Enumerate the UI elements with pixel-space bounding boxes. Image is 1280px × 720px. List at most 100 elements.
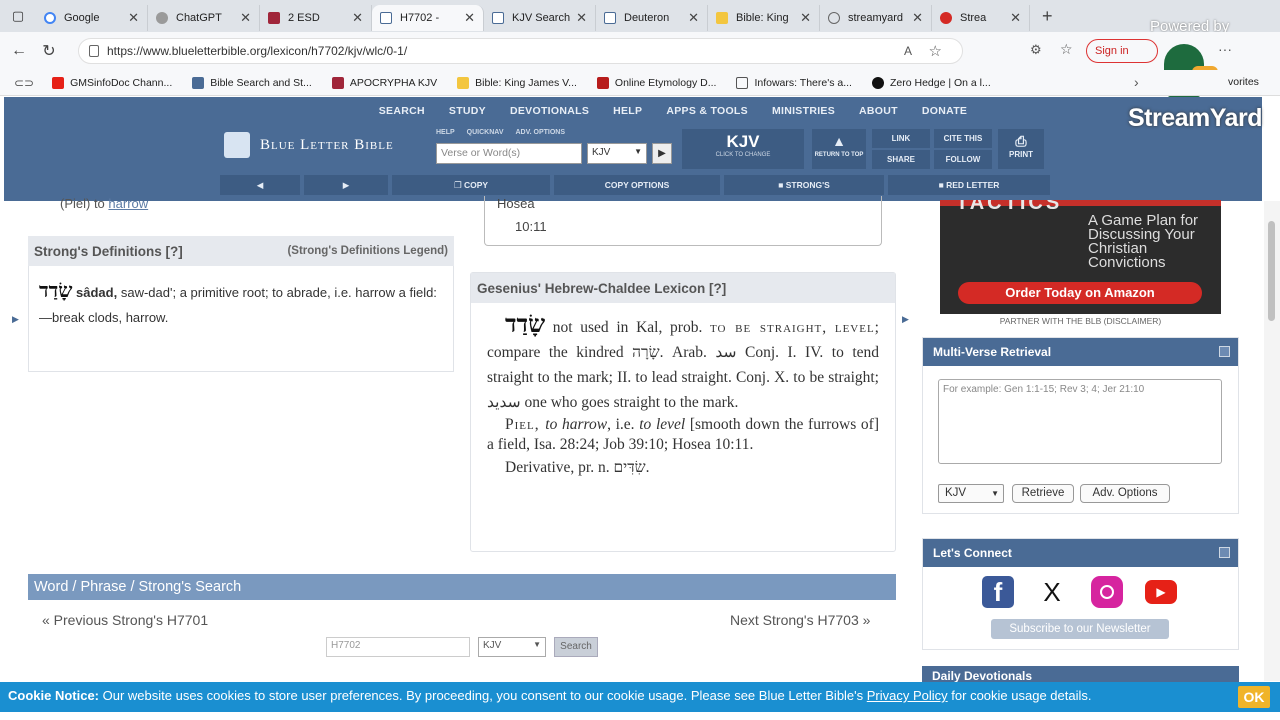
mini-help-link[interactable]: HELP [436,129,455,136]
close-icon[interactable]: ✕ [240,10,251,26]
harrow-link[interactable]: harrow [108,196,148,211]
retrieve-button[interactable]: Retrieve [1012,484,1074,503]
blb-search-input[interactable]: Verse or Word(s) [436,143,582,164]
mini-quicknav-link[interactable]: QUICKNAV [467,129,504,136]
read-aloud-icon[interactable]: A [904,44,912,58]
blb-logo[interactable]: Blue Letter Bible [224,132,394,158]
share-button[interactable]: SHARE [872,150,930,169]
print-button[interactable]: ⎙ PRINT [998,129,1044,169]
link-button[interactable]: LINK [872,129,930,148]
extensions-icon[interactable]: ⚙ [1030,42,1042,58]
order-amazon-button[interactable]: Order Today on Amazon [958,282,1202,304]
expand-icon[interactable] [1219,547,1230,558]
prev-chapter-button[interactable]: ◀ [220,175,300,195]
url-text: https://www.blueletterbible.org/lexicon/… [107,44,408,58]
kjv-version-switch[interactable]: KJV CLICK TO CHANGE [682,129,804,169]
sign-in-button[interactable]: Sign in [1086,39,1158,63]
copy-button[interactable]: ❐ COPY [392,175,550,195]
copy-options-button[interactable]: COPY OPTIONS [554,175,720,195]
tab-stream[interactable]: Strea ✕ [932,5,1030,31]
arrow-up-icon: ▲ [832,133,846,149]
instagram-icon[interactable] [1091,576,1123,608]
tab-chatgpt[interactable]: ChatGPT ✕ [148,5,260,31]
close-icon[interactable]: ✕ [1010,10,1021,26]
cookie-ok-button[interactable]: OK [1238,686,1270,708]
x-icon[interactable]: X [1036,576,1068,608]
facebook-icon[interactable]: f [982,576,1014,608]
red-letter-toggle[interactable]: ■ RED LETTER [888,175,1050,195]
verse-ref[interactable]: 10:11 [515,219,869,234]
close-icon[interactable]: ✕ [464,10,475,26]
mini-adv-options-link[interactable]: ADV. OPTIONS [516,129,566,136]
next-chapter-button[interactable]: ▶ [304,175,388,195]
tab-bible-king[interactable]: Bible: King ✕ [708,5,820,31]
privacy-policy-link[interactable]: Privacy Policy [867,688,948,703]
bookmark-infowars[interactable]: Infowars: There's a... [736,76,852,89]
tab-google[interactable]: Google ✕ [36,5,148,31]
favorites-icon[interactable]: ☆ [1060,41,1073,58]
close-icon[interactable]: ✕ [912,10,923,26]
nav-search[interactable]: SEARCH [379,105,425,117]
bookmark-bible-search[interactable]: Bible Search and St... [192,76,312,89]
scrollbar-thumb[interactable] [1268,221,1275,321]
star-icon[interactable]: ☆ [929,42,942,60]
close-icon[interactable]: ✕ [128,10,139,26]
follow-button[interactable]: FOLLOW [934,150,992,169]
adv-options-button[interactable]: Adv. Options [1080,484,1170,503]
favorites-folder[interactable]: vorites [1228,76,1259,88]
youtube-icon[interactable]: ▶ [1145,580,1177,604]
strongs-search-input[interactable]: H7702 [326,637,470,657]
left-collapse-icon[interactable]: ▶ [12,314,19,325]
window-menu-icon[interactable]: ▢ [0,8,36,24]
bookmark-zerohedge[interactable]: Zero Hedge | On a l... [871,76,991,89]
url-field[interactable]: https://www.blueletterbible.org/lexicon/… [78,38,963,64]
checkbox-icon: ■ [778,180,786,190]
gamepad-icon[interactable]: ⊂⊃ [14,76,34,90]
tab-2esd[interactable]: 2 ESD ✕ [260,5,372,31]
go-button[interactable]: ▶ [652,143,672,164]
close-icon[interactable]: ✕ [352,10,363,26]
nav-ministries[interactable]: MINISTRIES [772,105,835,117]
tactics-ad[interactable]: TACTICS A Game Plan for Discussing Your … [940,200,1221,314]
wps-search-button[interactable]: Search [554,637,598,657]
nav-study[interactable]: STUDY [449,105,486,117]
tab-kjv-search[interactable]: KJV Search ✕ [484,5,596,31]
newsletter-button[interactable]: Subscribe to our Newsletter [991,619,1169,639]
bookmark-gmsinfodoc[interactable]: GMSinfoDoc Chann... [52,76,172,89]
nav-apps-tools[interactable]: APPS & TOOLS [666,105,748,117]
strongs-toggle[interactable]: ■ STRONG'S [724,175,884,195]
ad-tagline: A Game Plan for Discussing Your Christia… [1088,212,1199,271]
multi-verse-textarea[interactable]: For example: Gen 1:1-15; Rev 3; 4; Jer 2… [938,379,1222,464]
reload-icon[interactable]: ↻ [34,41,64,61]
bookmark-bible-king-james[interactable]: Bible: King James V... [457,76,577,89]
next-strongs-link[interactable]: Next Strong's H7703 » [730,612,870,628]
strongs-legend-link[interactable]: (Strong's Definitions Legend) [287,245,448,257]
close-icon[interactable]: ✕ [688,10,699,26]
more-icon[interactable]: ··· [1218,41,1232,57]
right-collapse-icon[interactable]: ▶ [902,314,909,325]
arrow-left-icon: ◀ [256,180,264,190]
tab-streamyard-search[interactable]: streamyard ✕ [820,5,932,31]
close-icon[interactable]: ✕ [800,10,811,26]
new-tab-button[interactable]: + [1042,6,1053,27]
page-scrollbar[interactable] [1264,201,1280,681]
bookmark-apocrypha[interactable]: APOCRYPHA KJV [331,76,437,89]
back-icon[interactable]: ← [4,42,34,60]
nav-devotionals[interactable]: DEVOTIONALS [510,105,589,117]
close-icon[interactable]: ✕ [576,10,587,26]
bookmark-etymology[interactable]: Online Etymology D... [596,76,716,89]
previous-strongs-link[interactable]: « Previous Strong's H7701 [42,612,208,628]
tab-deuteronomy[interactable]: Deuteron ✕ [596,5,708,31]
nav-donate[interactable]: DONATE [922,105,967,117]
partner-link[interactable]: PARTNER WITH THE BLB (DISCLAIMER) [940,316,1221,326]
chevron-right-icon[interactable]: › [1134,74,1139,90]
tab-h7702[interactable]: H7702 - ✕ [372,5,484,31]
cite-this-button[interactable]: CITE THIS [934,129,992,148]
return-to-top-button[interactable]: ▲ RETURN TO TOP [812,129,866,169]
nav-help[interactable]: HELP [613,105,642,117]
version-select[interactable]: KJV ▼ [587,143,647,164]
wps-version-select[interactable]: KJV ▼ [478,637,546,657]
expand-icon[interactable] [1219,346,1230,357]
nav-about[interactable]: ABOUT [859,105,898,117]
mvr-version-select[interactable]: KJV ▼ [938,484,1004,503]
